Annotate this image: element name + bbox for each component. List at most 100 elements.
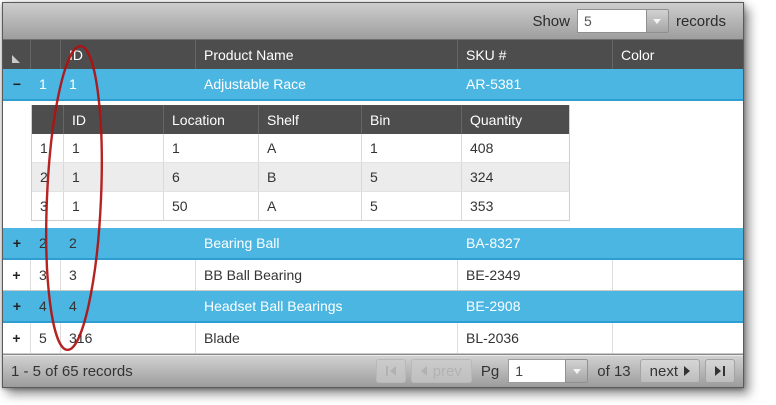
subgrid-header-id[interactable]: ID: [64, 105, 164, 134]
prev-label: prev: [433, 363, 462, 380]
page-select: [508, 359, 588, 383]
grid-header-row: ID Product Name SKU # Color: [3, 40, 743, 69]
cell-id: 4: [61, 291, 196, 321]
row-detail-panel: ID Location Shelf Bin Quantity 1 1 1 A 1…: [3, 101, 743, 228]
show-label: Show: [532, 13, 570, 30]
cell-product-name: Adjustable Race: [196, 69, 458, 99]
expand-row-button[interactable]: +: [3, 291, 31, 321]
subgrid-cell-bin: 1: [362, 134, 462, 162]
grid-toolbar: Show records: [3, 3, 743, 40]
row-number: 5: [31, 323, 61, 353]
subgrid-cell-shelf: A: [259, 192, 362, 220]
subgrid-cell-shelf: A: [259, 134, 362, 162]
grid-row-2[interactable]: + 2 2 Bearing Ball BA-8327: [3, 228, 743, 260]
expand-row-button[interactable]: +: [3, 323, 31, 353]
cell-sku: BL-2036: [458, 323, 613, 353]
cell-color: [613, 291, 743, 321]
cell-color: [613, 260, 743, 290]
chevron-down-icon: [573, 369, 581, 374]
subgrid-cell-quantity: 408: [462, 134, 569, 162]
cell-color: [613, 323, 743, 353]
pagination: prev Pg of 13 next: [376, 359, 735, 383]
subgrid-row-3[interactable]: 3 1 50 A 5 353: [32, 192, 569, 220]
grid-row-5[interactable]: + 5 316 Blade BL-2036: [3, 323, 743, 354]
cell-product-name: Bearing Ball: [196, 228, 458, 258]
subgrid-row-2[interactable]: 2 1 6 B 5 324: [32, 163, 569, 192]
collapse-all-corner: [3, 40, 31, 69]
records-label: records: [676, 13, 726, 30]
row-number: 3: [31, 260, 61, 290]
row-number: 2: [31, 228, 61, 258]
cell-product-name: BB Ball Bearing: [196, 260, 458, 290]
subgrid-header-shelf[interactable]: Shelf: [259, 105, 362, 134]
subgrid-cell-location: 1: [164, 134, 259, 162]
subgrid-header-row: ID Location Shelf Bin Quantity: [32, 105, 569, 134]
cell-product-name: Blade: [196, 323, 458, 353]
grid-row-1[interactable]: − 1 1 Adjustable Race AR-5381: [3, 69, 743, 101]
column-header-id[interactable]: ID: [61, 40, 196, 69]
cell-sku: BE-2908: [458, 291, 613, 321]
grid-footer: 1 - 5 of 65 records prev Pg of 13 next: [3, 354, 743, 387]
cell-product-name: Headset Ball Bearings: [196, 291, 458, 321]
grid-row-4[interactable]: + 4 4 Headset Ball Bearings BE-2908: [3, 291, 743, 323]
records-summary: 1 - 5 of 65 records: [11, 363, 133, 380]
cell-id: 316: [61, 323, 196, 353]
subgrid-cell-quantity: 324: [462, 163, 569, 191]
subgrid-row-number: 1: [32, 134, 64, 162]
cell-id: 1: [61, 69, 196, 99]
cell-id: 2: [61, 228, 196, 258]
subgrid-cell-bin: 5: [362, 163, 462, 191]
subgrid-row-number: 3: [32, 192, 64, 220]
last-page-button[interactable]: [705, 359, 735, 383]
subgrid-cell-shelf: B: [259, 163, 362, 191]
inventory-subgrid: ID Location Shelf Bin Quantity 1 1 1 A 1…: [31, 105, 570, 221]
last-page-icon: [715, 366, 725, 376]
subgrid-header-bin[interactable]: Bin: [362, 105, 462, 134]
page-size-dropdown-button[interactable]: [646, 9, 669, 33]
page-size-select: [577, 9, 669, 33]
page-label: Pg: [481, 363, 499, 380]
first-page-icon: [386, 366, 396, 376]
column-header-sku[interactable]: SKU #: [458, 40, 613, 69]
cell-color: [613, 69, 743, 99]
subgrid-cell-location: 50: [164, 192, 259, 220]
subgrid-row-number-header: [32, 105, 64, 134]
prev-icon: [421, 366, 427, 376]
expand-row-button[interactable]: +: [3, 228, 31, 258]
column-header-product-name[interactable]: Product Name: [196, 40, 458, 69]
page-size-input[interactable]: [577, 9, 646, 33]
page-number-input[interactable]: [508, 359, 565, 383]
next-label: next: [650, 363, 678, 380]
product-data-grid: Show records ID Product Name SKU # Color…: [2, 2, 744, 388]
cell-sku: BA-8327: [458, 228, 613, 258]
subgrid-cell-quantity: 353: [462, 192, 569, 220]
subgrid-row-1[interactable]: 1 1 1 A 1 408: [32, 134, 569, 163]
total-pages-label: of 13: [597, 363, 630, 380]
subgrid-cell-id: 1: [64, 163, 164, 191]
next-icon: [684, 366, 690, 376]
cell-sku: BE-2349: [458, 260, 613, 290]
cell-id: 3: [61, 260, 196, 290]
subgrid-cell-location: 6: [164, 163, 259, 191]
prev-page-button[interactable]: prev: [411, 359, 472, 383]
subgrid-cell-id: 1: [64, 192, 164, 220]
subgrid-header-location[interactable]: Location: [164, 105, 259, 134]
subgrid-cell-id: 1: [64, 134, 164, 162]
next-page-button[interactable]: next: [640, 359, 700, 383]
subgrid-row-number: 2: [32, 163, 64, 191]
chevron-down-icon: [653, 19, 661, 24]
cell-sku: AR-5381: [458, 69, 613, 99]
subgrid-cell-bin: 5: [362, 192, 462, 220]
first-page-button[interactable]: [376, 359, 406, 383]
row-number: 1: [31, 69, 61, 99]
expand-row-button[interactable]: +: [3, 260, 31, 290]
page-dropdown-button[interactable]: [565, 359, 588, 383]
collapse-row-button[interactable]: −: [3, 69, 31, 99]
row-number-header: [31, 40, 61, 69]
grid-row-3[interactable]: + 3 3 BB Ball Bearing BE-2349: [3, 260, 743, 291]
corner-triangle-icon: [12, 55, 20, 63]
cell-color: [613, 228, 743, 258]
subgrid-header-quantity[interactable]: Quantity: [462, 105, 569, 134]
row-number: 4: [31, 291, 61, 321]
column-header-color[interactable]: Color: [613, 40, 743, 69]
